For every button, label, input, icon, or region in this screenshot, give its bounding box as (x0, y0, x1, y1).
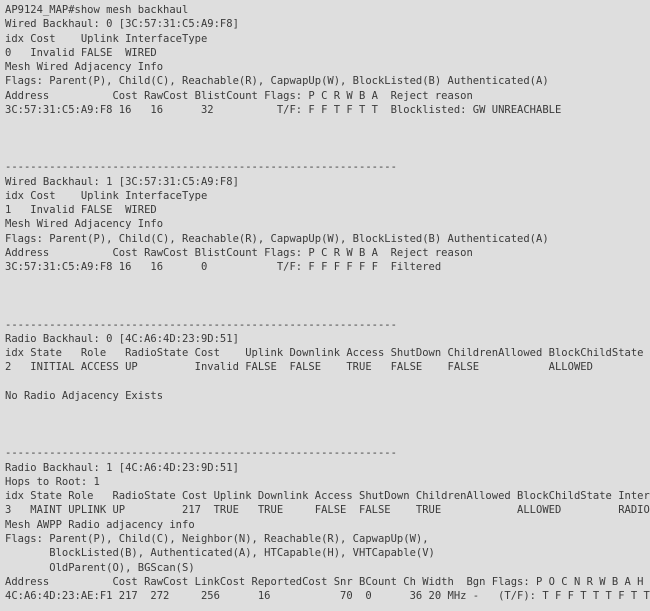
terminal-line: 3 MAINT UPLINK UP 217 TRUE TRUE FALSE FA… (5, 504, 650, 517)
terminal-line: Radio Backhaul: 1 [4C:A6:4D:23:9D:51] (5, 461, 239, 474)
terminal-line: Flags: Parent(P), Child(C), Reachable(R)… (5, 75, 549, 88)
terminal-line: BlockListed(B), Authenticated(A), HTCapa… (5, 547, 435, 560)
terminal-line: Address Cost RawCost BlistCount Flags: P… (5, 89, 473, 102)
terminal-line: Mesh Wired Adjacency Info (5, 61, 164, 74)
terminal-line: idx Cost Uplink InterfaceType (5, 189, 208, 202)
terminal-line: 1 Invalid FALSE WIRED (5, 204, 157, 217)
terminal-line: idx Cost Uplink InterfaceType (5, 32, 208, 45)
terminal-line: 0 Invalid FALSE WIRED (5, 46, 157, 59)
terminal-line: 3C:57:31:C5:A9:F8 16 16 32 T/F: F F T F … (5, 104, 562, 117)
terminal-line: No Radio Adjacency Exists (5, 390, 164, 403)
terminal-line: Mesh AWPP Radio adjacency info (5, 518, 195, 531)
terminal-line: Address Cost RawCost LinkCost ReportedCo… (5, 575, 650, 588)
terminal-line: 4C:A6:4D:23:AE:F1 217 272 256 16 70 0 36… (5, 590, 650, 603)
terminal-line: 2 INITIAL ACCESS UP Invalid FALSE FALSE … (5, 361, 650, 374)
terminal-line: ----------------------------------------… (5, 161, 397, 174)
terminal-line: OldParent(O), BGScan(S) (5, 561, 195, 574)
terminal-line: 3C:57:31:C5:A9:F8 16 16 0 T/F: F F F F F… (5, 261, 442, 274)
terminal-line: Mesh Wired Adjacency Info (5, 218, 164, 231)
terminal-line: AP9124_MAP#show mesh backhaul (5, 4, 189, 16)
terminal-line: Hops to Root: 1 (5, 475, 100, 488)
terminal-line: ----------------------------------------… (5, 318, 397, 331)
terminal-line: Flags: Parent(P), Child(C), Reachable(R)… (5, 232, 549, 245)
terminal-line: Flags: Parent(P), Child(C), Neighbor(N),… (5, 532, 429, 545)
terminal-line: idx State Role RadioState Cost Uplink Do… (5, 490, 650, 503)
terminal-line: Address Cost RawCost BlistCount Flags: P… (5, 247, 473, 260)
terminal-line: Wired Backhaul: 0 [3C:57:31:C5:A9:F8] (5, 18, 239, 31)
terminal-line: Radio Backhaul: 0 [4C:A6:4D:23:9D:51] (5, 332, 239, 345)
terminal-line: idx State Role RadioState Cost Uplink Do… (5, 347, 650, 360)
terminal-output[interactable]: AP9124_MAP#show mesh backhaul Wired Backh… (0, 0, 650, 611)
terminal-line: ----------------------------------------… (5, 447, 397, 460)
terminal-line: Wired Backhaul: 1 [3C:57:31:C5:A9:F8] (5, 175, 239, 188)
